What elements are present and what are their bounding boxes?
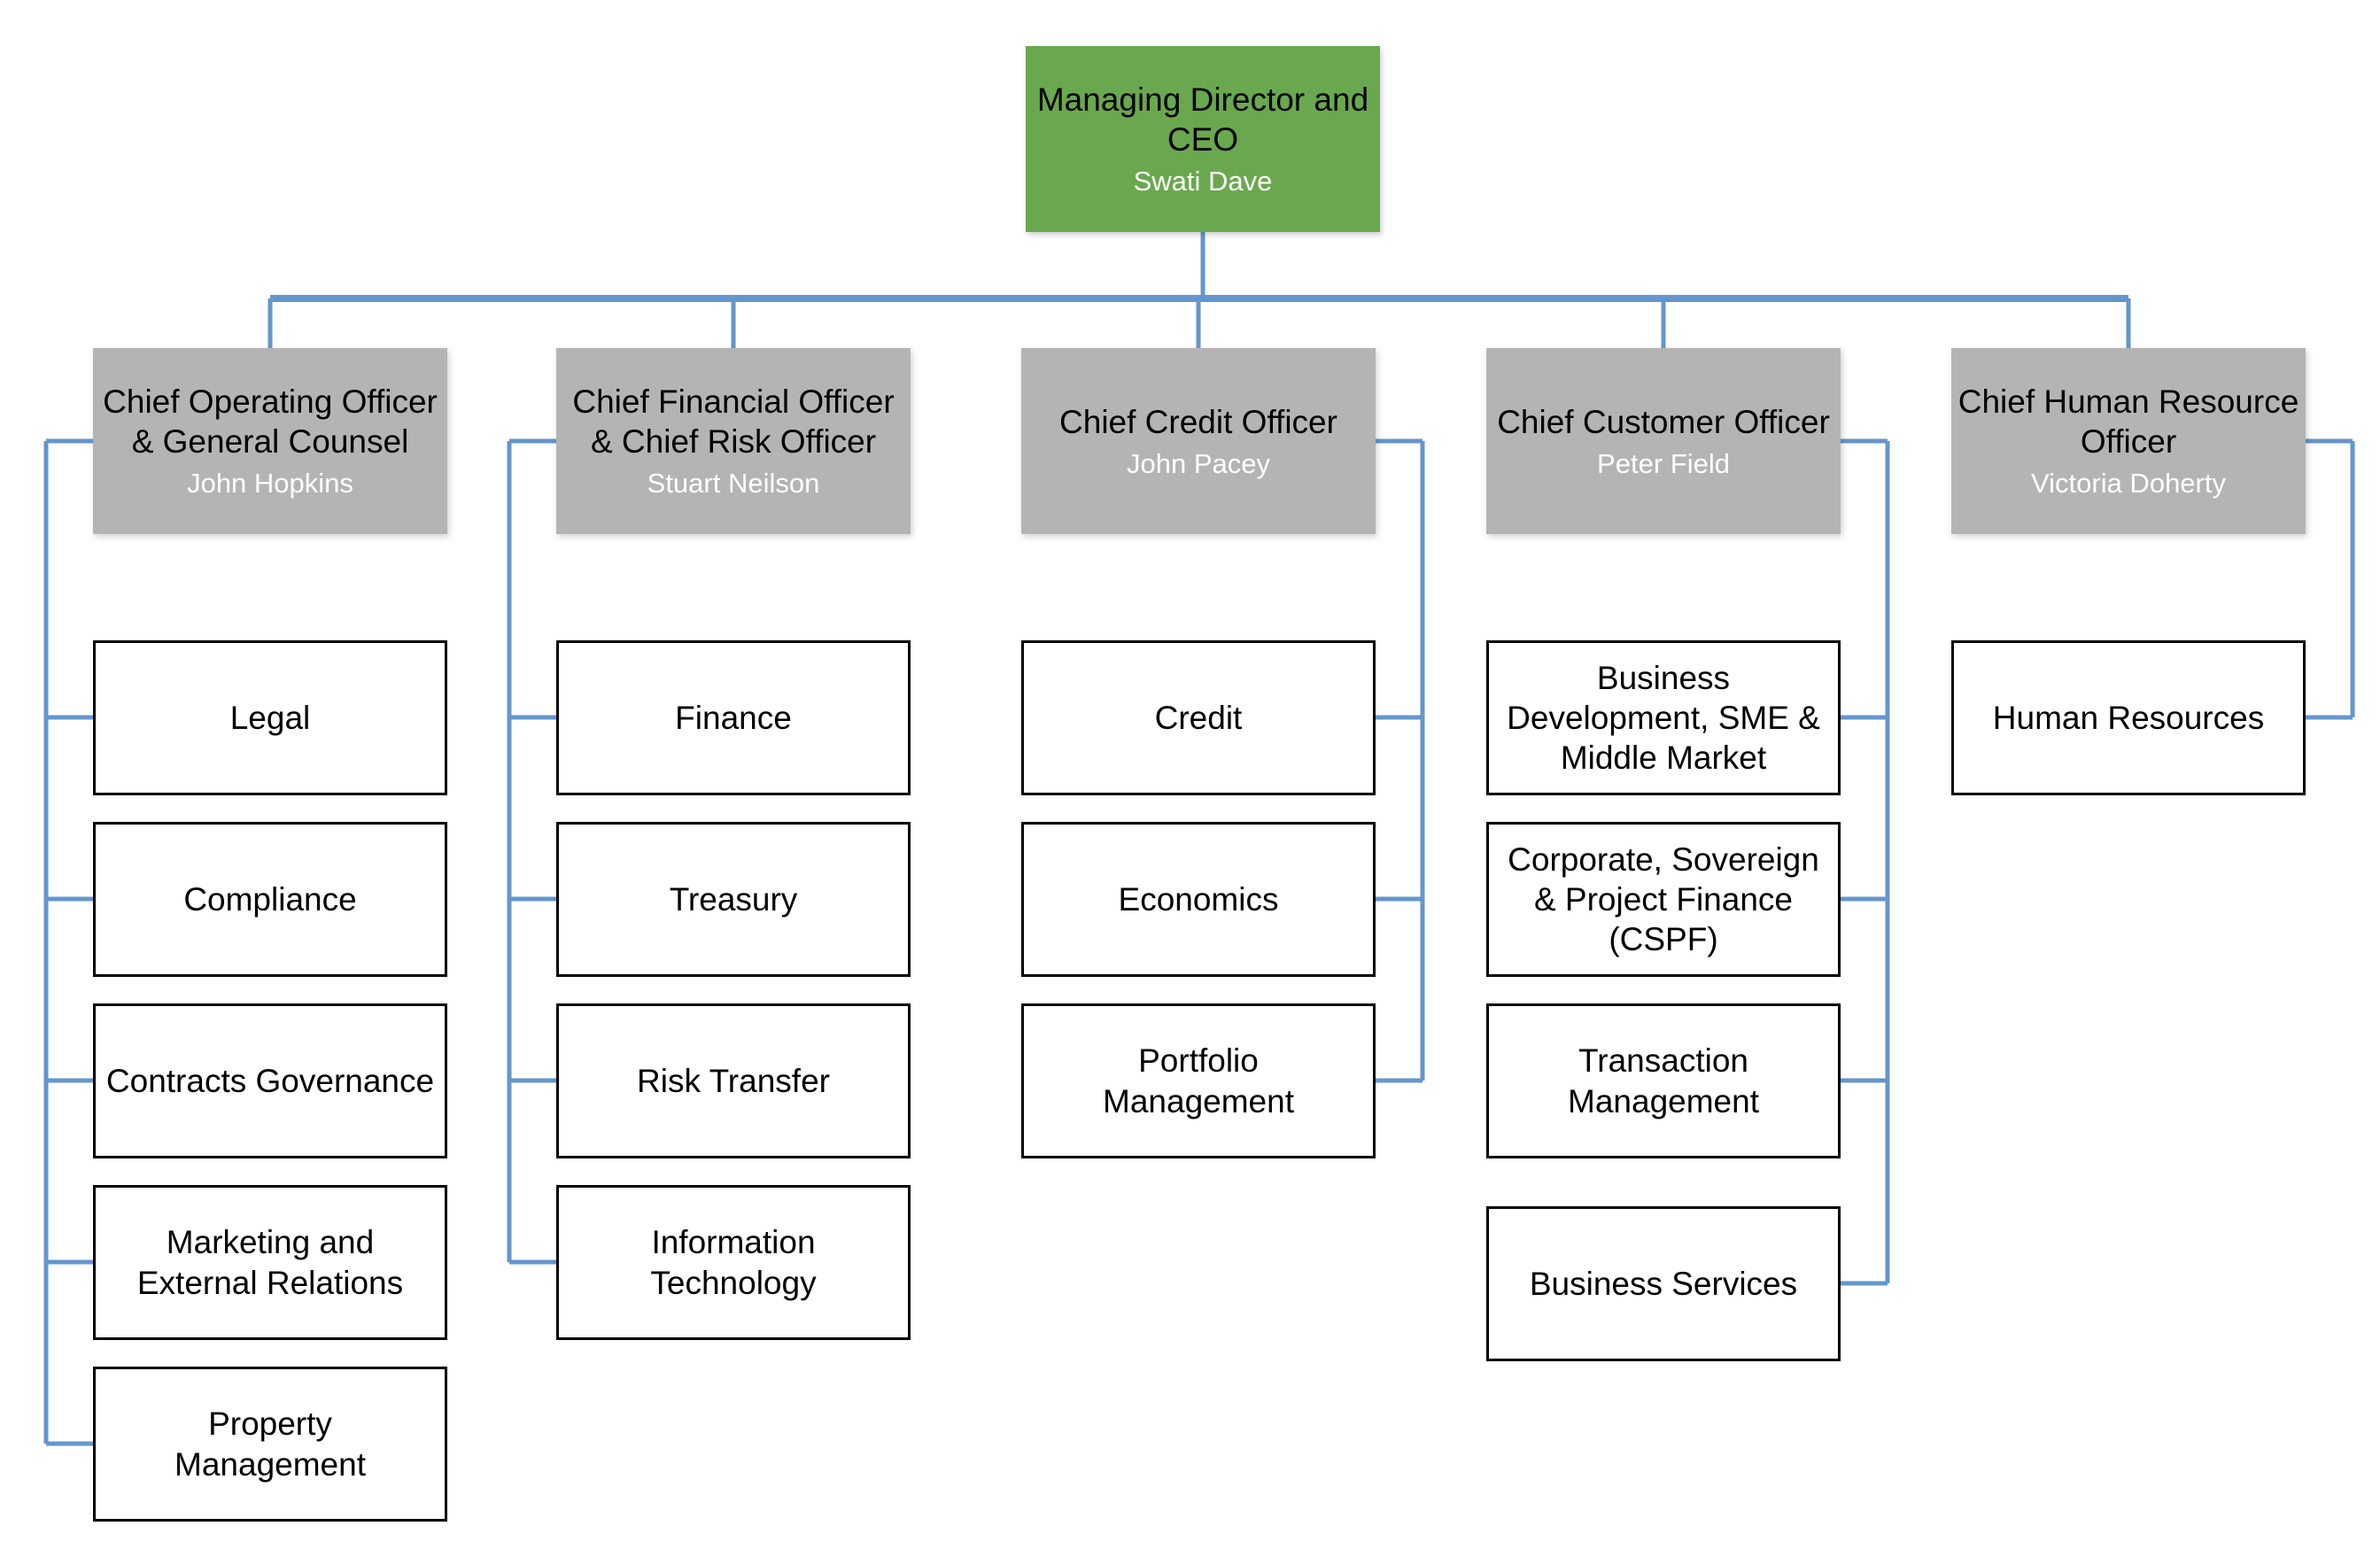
node-compliance[interactable]: Compliance	[93, 822, 447, 977]
node-information-technology[interactable]: Information Technology	[556, 1185, 911, 1340]
node-contracts-governance[interactable]: Contracts Governance	[93, 1003, 447, 1158]
node-title: Property Management	[174, 1406, 366, 1483]
node-chief-customer-officer[interactable]: Chief Customer Officer Peter Field	[1486, 348, 1841, 534]
node-title: Information Technology	[650, 1224, 817, 1301]
node-title: Transaction Management	[1568, 1042, 1759, 1119]
node-person: Stuart Neilson	[647, 468, 820, 500]
node-title: Legal	[229, 699, 311, 736]
node-title: Business Development, SME & Middle Marke…	[1507, 659, 1820, 777]
node-title: Corporate, Sovereign & Project Finance (…	[1508, 840, 1819, 958]
node-person: John Pacey	[1127, 447, 1270, 479]
node-human-resources[interactable]: Human Resources	[1951, 640, 2306, 795]
node-chief-financial-officer[interactable]: Chief Financial Officer & Chief Risk Off…	[556, 348, 911, 534]
node-business-services[interactable]: Business Services	[1486, 1206, 1841, 1361]
node-title: Chief Credit Officer	[1059, 403, 1337, 440]
node-corporate-sovereign-project-finance[interactable]: Corporate, Sovereign & Project Finance (…	[1486, 822, 1841, 977]
node-business-development-sme-middle-market[interactable]: Business Development, SME & Middle Marke…	[1486, 640, 1841, 795]
node-title: Managing Director and CEO	[1036, 81, 1369, 159]
node-person: Peter Field	[1597, 447, 1730, 479]
node-chief-credit-officer[interactable]: Chief Credit Officer John Pacey	[1021, 348, 1376, 534]
node-property-management[interactable]: Property Management	[93, 1367, 447, 1522]
node-economics[interactable]: Economics	[1021, 822, 1376, 977]
node-title: Compliance	[183, 880, 357, 918]
node-title: Risk Transfer	[637, 1062, 830, 1099]
node-title: Chief Customer Officer	[1497, 403, 1830, 440]
node-title: Finance	[675, 699, 792, 736]
node-chief-operating-officer[interactable]: Chief Operating Officer & General Counse…	[93, 348, 447, 534]
node-portfolio-management[interactable]: Portfolio Management	[1021, 1003, 1376, 1158]
node-title: Chief Financial Officer & Chief Risk Off…	[572, 383, 895, 461]
org-chart: Managing Director and CEO Swati Dave Chi…	[0, 0, 2380, 1557]
node-legal[interactable]: Legal	[93, 640, 447, 795]
node-person: Victoria Doherty	[2031, 468, 2226, 500]
node-title: Contracts Governance	[105, 1062, 435, 1099]
node-title: Chief Human Resource Officer	[1957, 383, 2299, 461]
node-title: Chief Operating Officer & General Counse…	[103, 383, 438, 461]
node-person: Swati Dave	[1133, 166, 1273, 198]
node-title: Portfolio Management	[1103, 1042, 1294, 1119]
node-risk-transfer[interactable]: Risk Transfer	[556, 1003, 911, 1158]
node-title: Marketing and External Relations	[136, 1224, 404, 1301]
node-chief-human-resource-officer[interactable]: Chief Human Resource Officer Victoria Do…	[1951, 348, 2306, 534]
node-transaction-management[interactable]: Transaction Management	[1486, 1003, 1841, 1158]
node-finance[interactable]: Finance	[556, 640, 911, 795]
node-managing-director-ceo[interactable]: Managing Director and CEO Swati Dave	[1026, 46, 1380, 232]
node-treasury[interactable]: Treasury	[556, 822, 911, 977]
node-person: John Hopkins	[187, 468, 353, 500]
node-title: Economics	[1118, 880, 1279, 918]
node-title: Credit	[1154, 699, 1243, 736]
node-credit[interactable]: Credit	[1021, 640, 1376, 795]
node-title: Treasury	[669, 880, 798, 918]
node-title: Human Resources	[1992, 699, 2265, 736]
node-marketing-and-external-relations[interactable]: Marketing and External Relations	[93, 1185, 447, 1340]
node-title: Business Services	[1529, 1265, 1798, 1302]
